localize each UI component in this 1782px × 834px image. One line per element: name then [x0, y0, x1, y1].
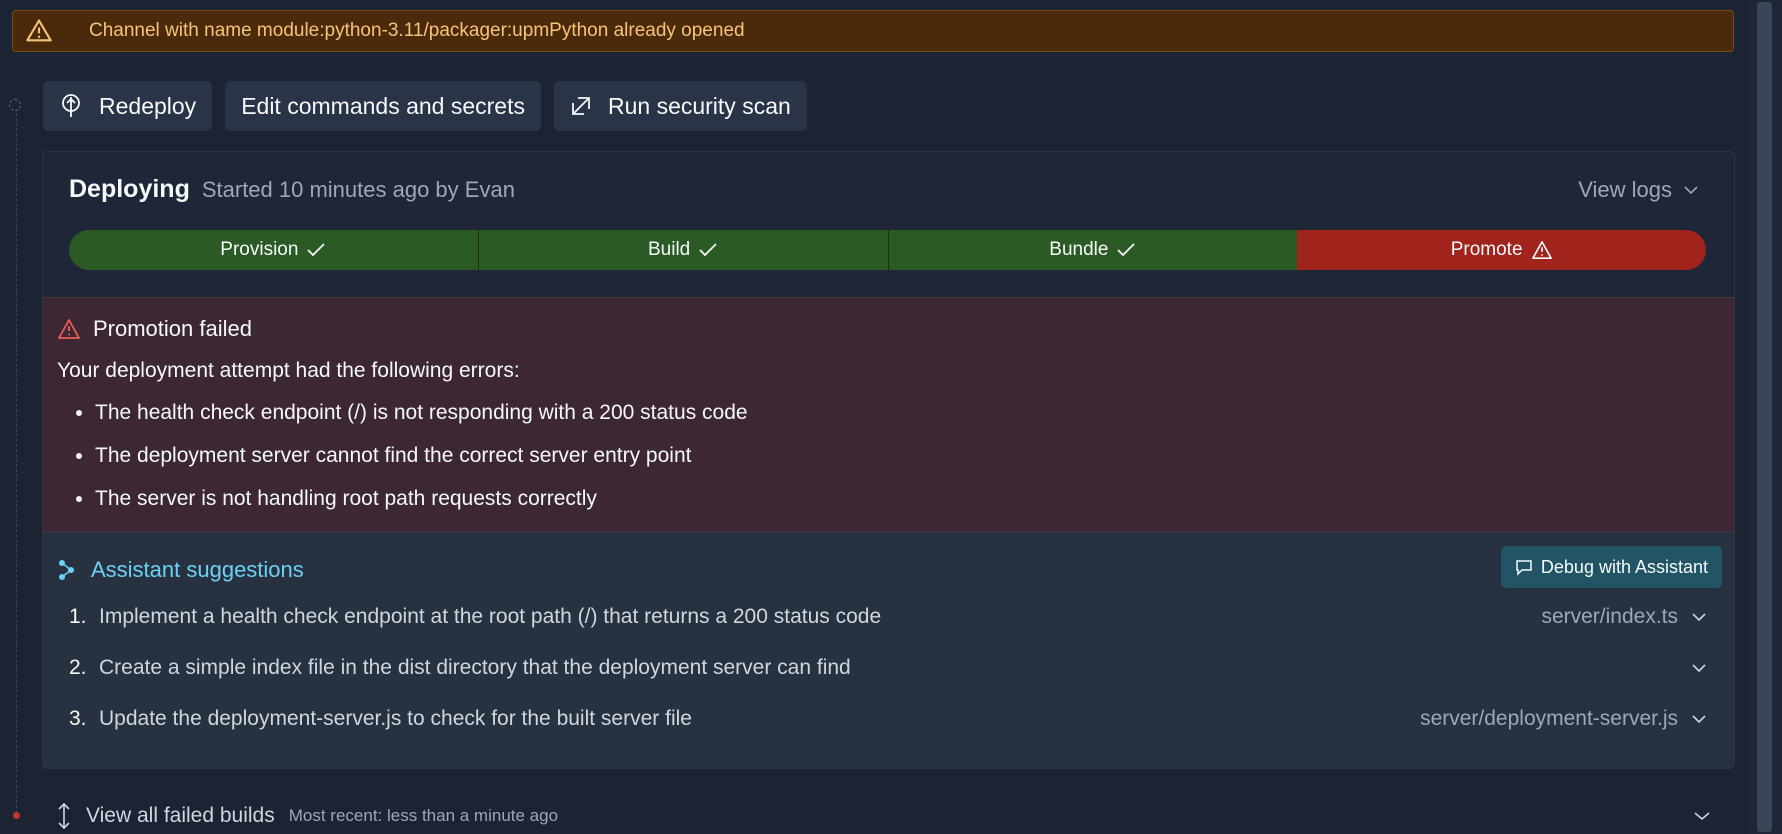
assistant-title: Assistant suggestions [91, 557, 304, 582]
banner-message: Channel with name module:python-3.11/pac… [89, 20, 745, 41]
suggestion-item[interactable]: 3. Update the deployment-server.js to ch… [69, 701, 1706, 737]
run-security-scan-label: Run security scan [607, 92, 791, 119]
external-scan-icon [572, 97, 590, 115]
error-title: Promotion failed [57, 316, 252, 342]
edit-commands-label: Edit commands and secrets [241, 92, 525, 119]
warning-icon [58, 319, 80, 339]
timeline-line [16, 108, 18, 818]
suggestion-number: 2. [69, 656, 87, 679]
suggestion-number: 1. [69, 605, 87, 628]
chevron-down-icon [1692, 664, 1706, 673]
deployment-meta: Started 10 minutes ago by Evan [201, 177, 515, 202]
stage-provision: Provision [69, 230, 478, 270]
chevron-down-icon[interactable] [1694, 811, 1710, 821]
warning-icon [1531, 241, 1552, 259]
checkmark-icon [307, 243, 326, 257]
suggestion-text: Update the deployment-server.js to check… [99, 707, 692, 730]
stage-build: Build [477, 230, 888, 270]
error-intro: Your deployment attempt had the followin… [57, 359, 520, 382]
warning-icon [26, 19, 52, 42]
assistant-suggestions: Assistant suggestions Debug with Assista… [43, 532, 1734, 768]
failed-builds-row: View all failed builds Most recent: less… [56, 798, 1718, 834]
scrollbar[interactable] [1747, 0, 1782, 834]
debug-with-assistant-button[interactable]: Debug with Assistant [1500, 546, 1722, 588]
debug-button-label: Debug with Assistant [1540, 556, 1708, 577]
suggestion-file: server/deployment-server.js [1420, 707, 1678, 730]
stage-label: Provision [220, 239, 299, 260]
suggestion-text: Create a simple index file in the dist d… [99, 656, 851, 679]
redeploy-icon [62, 94, 80, 117]
expand-vertical-icon [58, 802, 70, 830]
checkmark-icon [1117, 243, 1136, 257]
deployment-header: Deploying Started 10 minutes ago by Evan [69, 175, 515, 204]
chevron-down-icon [1692, 613, 1706, 622]
error-list: The health check endpoint (/) is not res… [57, 401, 748, 530]
scrollbar-thumb[interactable] [1757, 2, 1772, 832]
error-box: Promotion failed Your deployment attempt… [43, 297, 1734, 532]
view-logs-button[interactable]: View logs [1578, 177, 1698, 203]
error-title-text: Promotion failed [93, 316, 252, 341]
deployment-status: Deploying [69, 175, 190, 203]
stage-bundle: Bundle [887, 230, 1298, 270]
run-security-scan-button[interactable]: Run security scan [553, 81, 807, 131]
error-item: The health check endpoint (/) is not res… [95, 401, 748, 444]
suggestion-item[interactable]: 1. Implement a health check endpoint at … [69, 599, 1706, 635]
chat-icon [1516, 560, 1532, 576]
suggestion-file: server/index.ts [1541, 605, 1678, 628]
stage-label: Build [648, 239, 691, 260]
checkmark-icon [699, 243, 717, 257]
most-recent-failure: Most recent: less than a minute ago [288, 806, 559, 825]
warning-banner: Channel with name module:python-3.11/pac… [12, 10, 1734, 52]
deployment-progress: Provision Build Bundle Promote [69, 230, 1706, 270]
stage-label: Bundle [1049, 239, 1109, 260]
deployment-panel: Deploying Started 10 minutes ago by Evan… [42, 151, 1735, 769]
view-failed-builds-link[interactable]: View all failed builds [86, 804, 275, 828]
timeline-dot [9, 99, 21, 111]
deployment-actions: Redeploy Edit commands and secrets Run s… [43, 81, 807, 131]
assistant-icon [59, 560, 74, 580]
suggestion-number: 3. [69, 707, 87, 730]
error-item: The server is not handling root path req… [95, 487, 748, 530]
redeploy-button[interactable]: Redeploy [43, 81, 213, 131]
error-item: The deployment server cannot find the co… [95, 444, 748, 487]
view-logs-label: View logs [1578, 177, 1672, 202]
stage-label: Promote [1450, 239, 1523, 260]
edit-commands-button[interactable]: Edit commands and secrets [225, 81, 541, 131]
suggestion-item[interactable]: 2. Create a simple index file in the dis… [69, 650, 1706, 686]
stage-promote: Promote [1297, 230, 1706, 270]
assistant-header: Assistant suggestions [57, 557, 304, 583]
timeline-failed-dot [13, 812, 20, 819]
chevron-down-icon [1692, 715, 1706, 724]
chevron-down-icon [1684, 186, 1698, 195]
redeploy-label: Redeploy [99, 92, 197, 119]
suggestion-text: Implement a health check endpoint at the… [99, 605, 882, 628]
